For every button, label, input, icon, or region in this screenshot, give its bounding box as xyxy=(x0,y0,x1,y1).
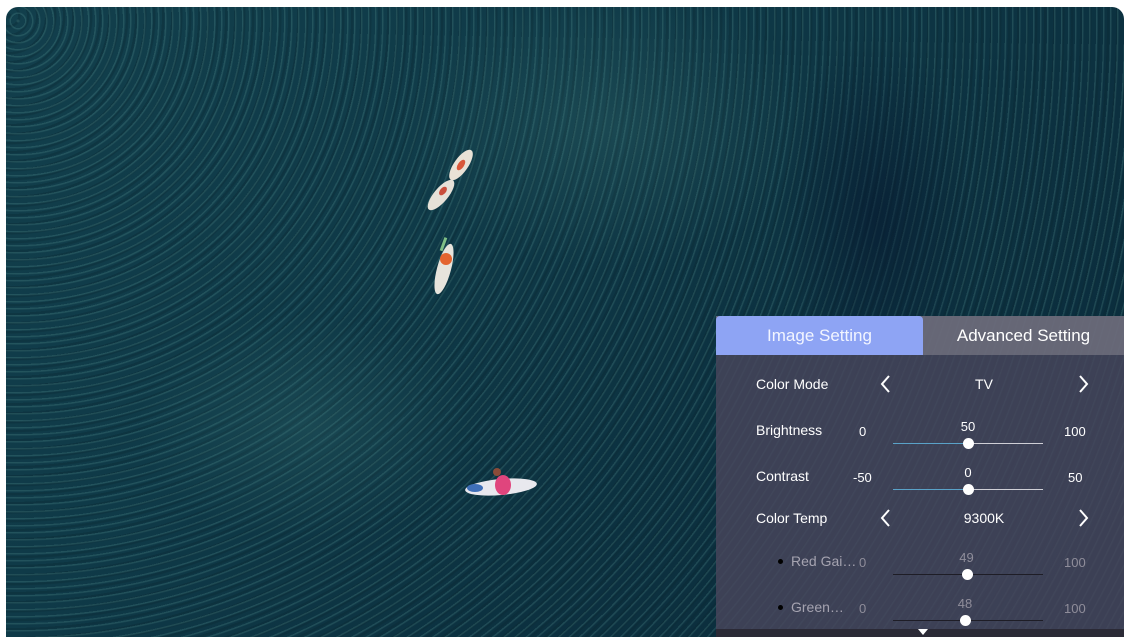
paddleboard-2 xyxy=(434,237,454,295)
chevron-left-icon xyxy=(880,375,890,393)
contrast-label: Contrast xyxy=(756,468,809,484)
red-gain-slider-knob[interactable] xyxy=(961,569,973,580)
red-gain-value: 49 xyxy=(959,550,974,565)
chevron-right-icon xyxy=(1079,509,1089,527)
settings-tabs: Image Setting Advanced Setting xyxy=(716,316,1124,355)
color-mode-prev-button[interactable] xyxy=(876,372,896,396)
contrast-row: Contrast -50 0 50 xyxy=(716,456,1124,496)
color-mode-next-button[interactable] xyxy=(1073,372,1093,396)
bullet-icon xyxy=(778,559,783,564)
contrast-slider-knob[interactable] xyxy=(963,484,974,495)
red-gain-row: Red Gai… 0 49 100 xyxy=(716,541,1124,581)
green-gain-row: Green… 0 48 100 xyxy=(716,587,1124,627)
green-gain-slider-knob[interactable] xyxy=(960,615,971,626)
color-temp-prev-button[interactable] xyxy=(876,506,896,530)
color-mode-row: Color Mode TV xyxy=(716,364,1124,404)
color-temp-next-button[interactable] xyxy=(1073,506,1093,530)
settings-panel: Image Setting Advanced Setting Color Mod… xyxy=(716,316,1124,637)
triangle-down-icon xyxy=(918,629,928,635)
green-gain-max: 100 xyxy=(1064,601,1086,616)
tab-advanced-setting[interactable]: Advanced Setting xyxy=(923,316,1124,355)
brightness-row: Brightness 0 50 100 xyxy=(716,410,1124,450)
color-mode-label: Color Mode xyxy=(756,376,829,392)
scroll-more-bar[interactable] xyxy=(716,629,1124,637)
red-gain-min: 0 xyxy=(859,555,867,570)
red-gain-slider[interactable]: 49 xyxy=(893,550,1043,580)
paddleboard-3 xyxy=(465,468,537,496)
red-gain-max: 100 xyxy=(1064,555,1086,570)
brightness-label: Brightness xyxy=(756,422,823,438)
brightness-slider[interactable]: 50 xyxy=(893,419,1043,449)
color-temp-row: Color Temp 9300K xyxy=(716,498,1124,538)
bullet-icon xyxy=(778,605,783,610)
chevron-right-icon xyxy=(1079,375,1089,393)
green-gain-label: Green… xyxy=(791,599,844,615)
brightness-max: 100 xyxy=(1064,424,1086,439)
color-temp-value: 9300K xyxy=(963,510,1005,526)
contrast-max: 50 xyxy=(1068,470,1083,485)
brightness-min: 0 xyxy=(859,424,867,439)
brightness-slider-knob[interactable] xyxy=(963,438,974,449)
contrast-min: -50 xyxy=(853,470,872,485)
tab-image-setting[interactable]: Image Setting xyxy=(716,316,923,355)
paddleboard-1 xyxy=(427,149,473,211)
red-gain-label: Red Gai… xyxy=(791,553,857,569)
green-gain-slider[interactable]: 48 xyxy=(893,596,1043,626)
green-gain-min: 0 xyxy=(859,601,867,616)
green-gain-value: 48 xyxy=(957,596,973,611)
chevron-left-icon xyxy=(880,509,890,527)
color-temp-label: Color Temp xyxy=(756,510,828,526)
contrast-slider[interactable]: 0 xyxy=(893,465,1043,495)
color-mode-value: TV xyxy=(975,376,993,392)
brightness-value: 50 xyxy=(960,419,976,434)
contrast-value: 0 xyxy=(964,465,972,480)
